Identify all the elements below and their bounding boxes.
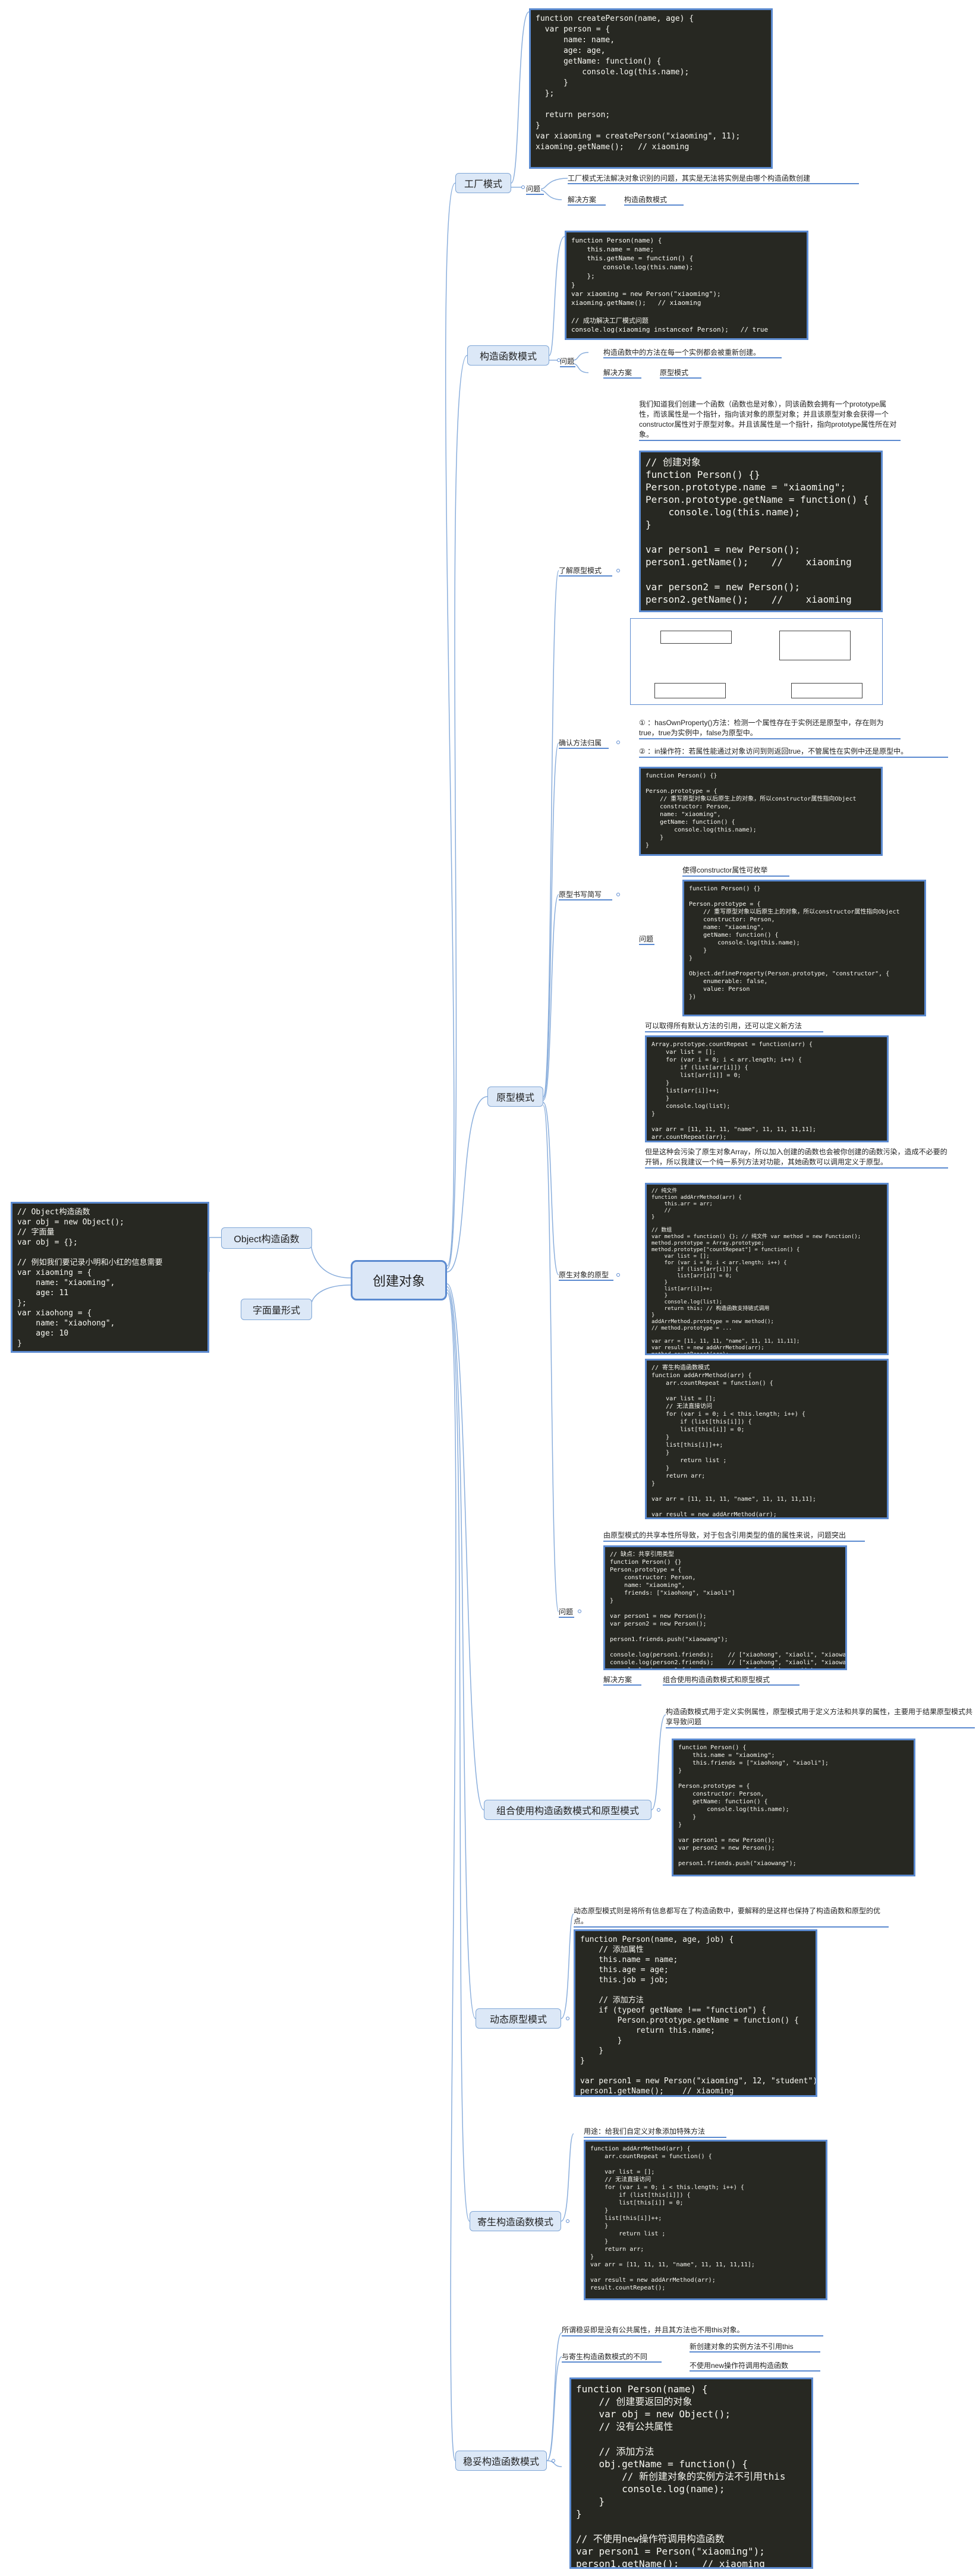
parasitic-code: function addArrMethod(arr) { arr.countRe…: [584, 2140, 827, 2300]
prototype-relationship-diagram: [630, 618, 883, 705]
combination-text: 构造函数模式用于定义实例属性，原型模式用于定义方法和共享的属性，主要用于结果原型…: [666, 1707, 975, 1728]
parasitic-text: 用途：给我们自定义对象添加特殊方法: [584, 2127, 726, 2138]
native-code-3: // 寄生构造函数模式 function addArrMethod(arr) {…: [645, 1359, 889, 1519]
constructor-code: function Person(name) { this.name = name…: [565, 231, 808, 340]
diagram-box-person2: [791, 683, 862, 698]
left-code-block: // Object构造函数 var obj = new Object(); //…: [11, 1202, 209, 1353]
rewrite-label: 原型书写简写: [559, 890, 612, 900]
dynamic-text: 动态原型模式则是将所有信息都写在了构造函数中，要解释的是这样也保持了构造函数和原…: [574, 1906, 889, 1928]
proto-problem-label: 问题: [559, 1607, 574, 1618]
constructor-solution-text: 原型模式: [660, 368, 701, 379]
factory-code: function createPerson(name, age) { var p…: [529, 8, 773, 169]
durable-code: function Person(name) { // 创建要返回的对象 var …: [569, 2377, 813, 2569]
proto-solution-text: 组合使用构造函数模式和原型模式: [663, 1675, 799, 1686]
node-prototype[interactable]: 原型模式: [487, 1087, 543, 1107]
constructor-problem-text: 构造函数中的方法在每一个实例都会被重新创建。: [603, 348, 782, 358]
diagram-box-person1: [654, 683, 726, 698]
native-text-2: 但是这种会污染了原生对象Array，所以加入创建的函数也会被你创建的函数污染，造…: [645, 1147, 948, 1169]
factory-problem-label: 问题: [526, 184, 544, 195]
understand-label: 了解原型模式: [559, 566, 612, 577]
diagram-box-prototype: [779, 631, 851, 660]
combination-code: function Person() { this.name = "xiaomin…: [672, 1739, 915, 1876]
junction-dot[interactable]: [616, 741, 620, 744]
understand-code: // 创建对象 function Person() {} Person.prot…: [639, 451, 883, 612]
diagram-box-person: [660, 631, 732, 644]
rewrite-problem-text: 使得constructor属性可枚举: [682, 865, 789, 877]
constructor-solution-label: 解决方案: [603, 368, 641, 379]
node-constructor[interactable]: 构造函数模式: [467, 345, 549, 366]
confirm-label: 确认方法归属: [559, 738, 609, 749]
junction-dot[interactable]: [616, 893, 620, 896]
junction-dot[interactable]: [616, 569, 620, 572]
native-code-2: // 纯文件 function addArrMethod(arr) { this…: [645, 1183, 889, 1355]
native-text-1: 可以取得所有默认方法的引用，还可以定义新方法: [645, 1021, 823, 1032]
root-node[interactable]: 创建对象: [351, 1260, 447, 1300]
factory-solution-label: 解决方案: [568, 195, 606, 206]
durable-text: 所谓稳妥即是没有公共属性，并且其方法也不用this对象。: [562, 2325, 823, 2336]
junction-dot[interactable]: [566, 2219, 569, 2223]
node-parasitic[interactable]: 寄生构造函数模式: [470, 2211, 561, 2231]
confirm-text-2: ② ：in操作符：若属性能通过对象访问到则返回true，不管属性在实例中还是原型…: [639, 747, 948, 758]
node-combination[interactable]: 组合使用构造函数模式和原型模式: [484, 1800, 651, 1820]
junction-dot[interactable]: [566, 2017, 569, 2020]
rewrite-code: function Person() {} Person.prototype = …: [639, 767, 883, 856]
junction-dot[interactable]: [616, 1273, 620, 1277]
proto-problem-text: 由原型模式的共享本性所导致，对于包含引用类型的值的属性来说，问题突出: [603, 1531, 865, 1542]
constructor-problem-label: 问题: [560, 357, 575, 367]
durable-diff-1: 新创建对象的实例方法不引用this: [690, 2342, 820, 2353]
dynamic-code: function Person(name, age, job) { // 添加属…: [574, 1929, 817, 2097]
junction-dot[interactable]: [557, 358, 561, 362]
junction-dot[interactable]: [578, 1610, 581, 1613]
understand-text: 我们知道我们创建一个函数（函数也是对象），同该函数会拥有一个prototype属…: [639, 399, 901, 441]
junction-dot[interactable]: [521, 185, 525, 189]
durable-diff-label: 与寄生构造函数模式的不同: [562, 2352, 662, 2363]
node-factory[interactable]: 工厂模式: [455, 173, 511, 193]
node-literal[interactable]: 字面量形式: [241, 1299, 312, 1320]
proto-solution-label: 解决方案: [603, 1675, 641, 1686]
junction-dot[interactable]: [657, 1808, 660, 1812]
native-label: 原生对象的原型: [559, 1270, 613, 1281]
durable-diff-2: 不使用new操作符调用构造函数: [690, 2361, 820, 2372]
node-object-constructor[interactable]: Object构造函数: [221, 1227, 312, 1249]
rewrite-problem-code: function Person() {} Person.prototype = …: [682, 880, 926, 1016]
native-code-1: Array.prototype.countRepeat = function(a…: [645, 1035, 889, 1142]
node-dynamic[interactable]: 动态原型模式: [476, 2008, 561, 2029]
factory-solution-text: 构造函数模式: [624, 195, 684, 206]
rewrite-problem-label: 问题: [639, 934, 654, 945]
confirm-text-1: ① ：hasOwnProperty()方法：检测一个属性存在于实例还是原型中，存…: [639, 718, 901, 739]
node-durable[interactable]: 稳妥构造函数模式: [455, 2451, 547, 2471]
factory-problem-text: 工厂模式无法解决对象识别的问题，其实是无法将实例是由哪个构造函数创建: [568, 174, 859, 184]
proto-problem-code: // 缺点：共享引用类型 function Person() {} Person…: [603, 1545, 847, 1670]
junction-dot[interactable]: [552, 2459, 555, 2462]
